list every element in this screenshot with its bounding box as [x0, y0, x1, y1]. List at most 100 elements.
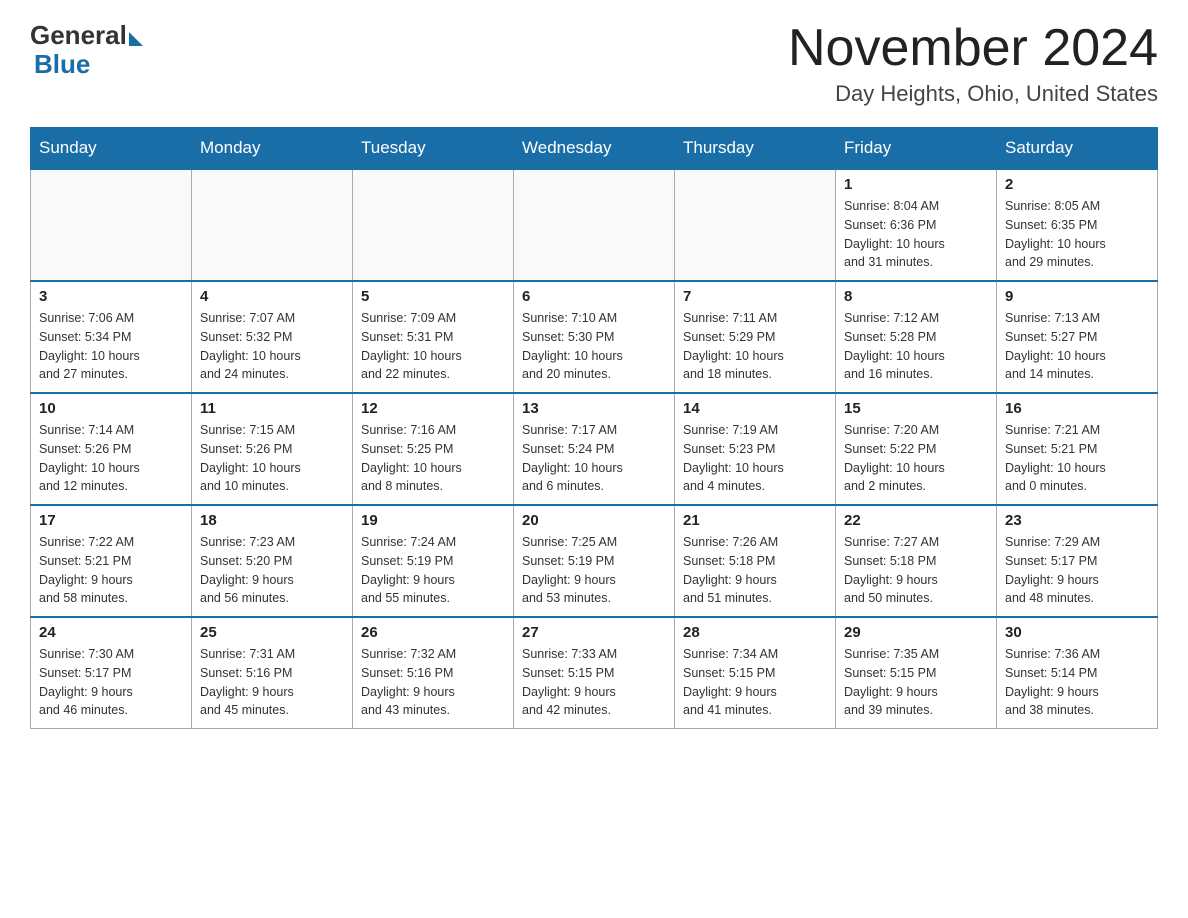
day-number: 25: [200, 624, 344, 641]
day-number: 6: [522, 288, 666, 305]
calendar-cell: 9 Sunrise: 7:13 AM Sunset: 5:27 PM Daylig…: [997, 281, 1158, 393]
calendar-week-row-3: 10 Sunrise: 7:14 AM Sunset: 5:26 PM Dayli…: [31, 393, 1158, 505]
day-info: Sunrise: 7:12 AM Sunset: 5:28 PM Dayligh…: [844, 309, 988, 384]
calendar-cell: 5 Sunrise: 7:09 AM Sunset: 5:31 PM Daylig…: [353, 281, 514, 393]
day-info: Sunrise: 7:23 AM Sunset: 5:20 PM Dayligh…: [200, 533, 344, 608]
day-info: Sunrise: 7:26 AM Sunset: 5:18 PM Dayligh…: [683, 533, 827, 608]
calendar-cell: [192, 169, 353, 281]
logo-triangle-icon: [129, 32, 143, 46]
day-number: 3: [39, 288, 183, 305]
day-number: 9: [1005, 288, 1149, 305]
day-number: 2: [1005, 176, 1149, 193]
day-number: 19: [361, 512, 505, 529]
day-number: 10: [39, 400, 183, 417]
calendar-table: SundayMondayTuesdayWednesdayThursdayFrid…: [30, 127, 1158, 729]
day-info: Sunrise: 7:07 AM Sunset: 5:32 PM Dayligh…: [200, 309, 344, 384]
day-number: 28: [683, 624, 827, 641]
logo-blue-text: Blue: [34, 49, 90, 79]
calendar-cell: 17 Sunrise: 7:22 AM Sunset: 5:21 PM Dayli…: [31, 505, 192, 617]
day-info: Sunrise: 7:35 AM Sunset: 5:15 PM Dayligh…: [844, 645, 988, 720]
calendar-cell: 11 Sunrise: 7:15 AM Sunset: 5:26 PM Dayli…: [192, 393, 353, 505]
calendar-cell: 20 Sunrise: 7:25 AM Sunset: 5:19 PM Dayli…: [514, 505, 675, 617]
day-info: Sunrise: 7:27 AM Sunset: 5:18 PM Dayligh…: [844, 533, 988, 608]
calendar-week-row-1: 1 Sunrise: 8:04 AM Sunset: 6:36 PM Daylig…: [31, 169, 1158, 281]
day-number: 17: [39, 512, 183, 529]
calendar-cell: 12Sunrise: 7:16 AM Sunset: 5:25 PM Dayli…: [353, 393, 514, 505]
day-info: Sunrise: 7:09 AM Sunset: 5:31 PM Dayligh…: [361, 309, 505, 384]
day-info: Sunrise: 7:19 AM Sunset: 5:23 PM Dayligh…: [683, 421, 827, 496]
calendar-cell: 18 Sunrise: 7:23 AM Sunset: 5:20 PM Dayli…: [192, 505, 353, 617]
calendar-cell: [514, 169, 675, 281]
weekday-header-friday: Friday: [836, 128, 997, 170]
location-subtitle: Day Heights, Ohio, United States: [788, 81, 1158, 107]
weekday-header-thursday: Thursday: [675, 128, 836, 170]
day-info: Sunrise: 7:13 AM Sunset: 5:27 PM Dayligh…: [1005, 309, 1149, 384]
weekday-header-wednesday: Wednesday: [514, 128, 675, 170]
calendar-cell: [31, 169, 192, 281]
calendar-cell: [675, 169, 836, 281]
day-info: Sunrise: 8:04 AM Sunset: 6:36 PM Dayligh…: [844, 197, 988, 272]
title-area: November 2024 Day Heights, Ohio, United …: [788, 20, 1158, 107]
day-info: Sunrise: 7:25 AM Sunset: 5:19 PM Dayligh…: [522, 533, 666, 608]
day-number: 20: [522, 512, 666, 529]
day-number: 22: [844, 512, 988, 529]
calendar-cell: 26 Sunrise: 7:32 AM Sunset: 5:16 PM Dayli…: [353, 617, 514, 729]
day-info: Sunrise: 7:21 AM Sunset: 5:21 PM Dayligh…: [1005, 421, 1149, 496]
calendar-cell: 25 Sunrise: 7:31 AM Sunset: 5:16 PM Dayli…: [192, 617, 353, 729]
day-number: 18: [200, 512, 344, 529]
day-info: Sunrise: 7:15 AM Sunset: 5:26 PM Dayligh…: [200, 421, 344, 496]
day-number: 15: [844, 400, 988, 417]
day-number: 1: [844, 176, 988, 193]
day-number: 27: [522, 624, 666, 641]
day-info: Sunrise: 7:14 AM Sunset: 5:26 PM Dayligh…: [39, 421, 183, 496]
day-number: 11: [200, 400, 344, 417]
calendar-cell: 24 Sunrise: 7:30 AM Sunset: 5:17 PM Dayli…: [31, 617, 192, 729]
day-info: Sunrise: 7:36 AM Sunset: 5:14 PM Dayligh…: [1005, 645, 1149, 720]
calendar-cell: 30 Sunrise: 7:36 AM Sunset: 5:14 PM Dayli…: [997, 617, 1158, 729]
calendar-cell: 8 Sunrise: 7:12 AM Sunset: 5:28 PM Daylig…: [836, 281, 997, 393]
day-number: 7: [683, 288, 827, 305]
day-info: Sunrise: 7:10 AM Sunset: 5:30 PM Dayligh…: [522, 309, 666, 384]
calendar-cell: 21Sunrise: 7:26 AM Sunset: 5:18 PM Dayli…: [675, 505, 836, 617]
day-number: 12: [361, 400, 505, 417]
day-number: 24: [39, 624, 183, 641]
calendar-cell: 22 Sunrise: 7:27 AM Sunset: 5:18 PM Dayli…: [836, 505, 997, 617]
weekday-header-monday: Monday: [192, 128, 353, 170]
weekday-header-saturday: Saturday: [997, 128, 1158, 170]
day-info: Sunrise: 7:24 AM Sunset: 5:19 PM Dayligh…: [361, 533, 505, 608]
day-number: 26: [361, 624, 505, 641]
day-number: 4: [200, 288, 344, 305]
calendar-cell: 23 Sunrise: 7:29 AM Sunset: 5:17 PM Dayli…: [997, 505, 1158, 617]
calendar-cell: 6 Sunrise: 7:10 AM Sunset: 5:30 PM Daylig…: [514, 281, 675, 393]
day-number: 5: [361, 288, 505, 305]
weekday-header-sunday: Sunday: [31, 128, 192, 170]
logo: General Blue: [30, 20, 145, 80]
day-info: Sunrise: 7:32 AM Sunset: 5:16 PM Dayligh…: [361, 645, 505, 720]
calendar-cell: 2Sunrise: 8:05 AM Sunset: 6:35 PM Daylig…: [997, 169, 1158, 281]
calendar-week-row-2: 3 Sunrise: 7:06 AM Sunset: 5:34 PM Daylig…: [31, 281, 1158, 393]
calendar-cell: 19 Sunrise: 7:24 AM Sunset: 5:19 PM Dayli…: [353, 505, 514, 617]
page-header: General Blue November 2024 Day Heights, …: [30, 20, 1158, 107]
day-info: Sunrise: 7:29 AM Sunset: 5:17 PM Dayligh…: [1005, 533, 1149, 608]
day-number: 30: [1005, 624, 1149, 641]
day-info: Sunrise: 7:30 AM Sunset: 5:17 PM Dayligh…: [39, 645, 183, 720]
calendar-week-row-5: 24 Sunrise: 7:30 AM Sunset: 5:17 PM Dayli…: [31, 617, 1158, 729]
day-number: 13: [522, 400, 666, 417]
day-info: Sunrise: 7:17 AM Sunset: 5:24 PM Dayligh…: [522, 421, 666, 496]
day-info: Sunrise: 7:33 AM Sunset: 5:15 PM Dayligh…: [522, 645, 666, 720]
calendar-cell: 4 Sunrise: 7:07 AM Sunset: 5:32 PM Daylig…: [192, 281, 353, 393]
calendar-cell: 27 Sunrise: 7:33 AM Sunset: 5:15 PM Dayli…: [514, 617, 675, 729]
day-number: 29: [844, 624, 988, 641]
day-info: Sunrise: 7:06 AM Sunset: 5:34 PM Dayligh…: [39, 309, 183, 384]
day-number: 16: [1005, 400, 1149, 417]
calendar-cell: 28 Sunrise: 7:34 AM Sunset: 5:15 PM Dayli…: [675, 617, 836, 729]
day-info: Sunrise: 7:22 AM Sunset: 5:21 PM Dayligh…: [39, 533, 183, 608]
day-info: Sunrise: 7:31 AM Sunset: 5:16 PM Dayligh…: [200, 645, 344, 720]
day-info: Sunrise: 7:34 AM Sunset: 5:15 PM Dayligh…: [683, 645, 827, 720]
calendar-cell: 13 Sunrise: 7:17 AM Sunset: 5:24 PM Dayli…: [514, 393, 675, 505]
calendar-cell: [353, 169, 514, 281]
day-number: 23: [1005, 512, 1149, 529]
day-info: Sunrise: 7:20 AM Sunset: 5:22 PM Dayligh…: [844, 421, 988, 496]
day-number: 14: [683, 400, 827, 417]
day-number: 8: [844, 288, 988, 305]
